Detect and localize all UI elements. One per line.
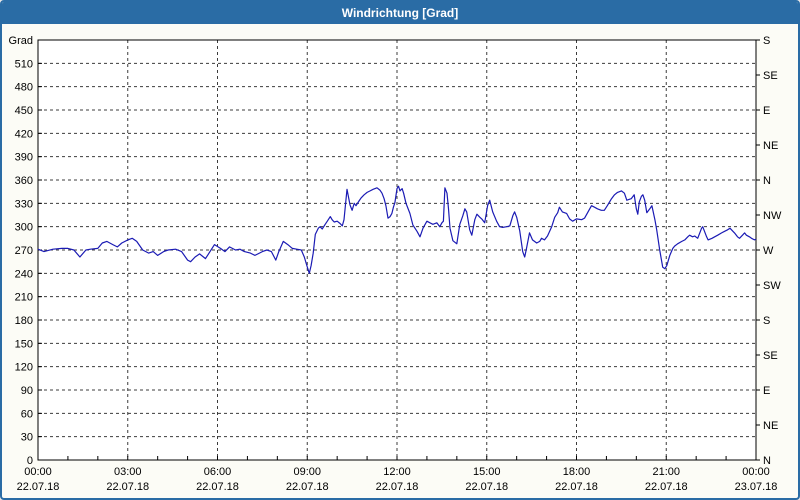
y-axis-right-label: S [763,315,770,327]
x-axis-time-label: 06:00 [204,466,232,478]
y-axis-right-label: NE [763,140,778,152]
y-axis-left-label: 150 [15,338,33,350]
app-window: Windrichtung [Grad] 0 30 60 90 120 150 180 210 2… [0,0,800,500]
y-axis-right-label: S [763,35,770,47]
x-axis-time-label: 00:00 [24,466,52,478]
x-axis-date-label: 22.07.18 [17,481,60,493]
y-axis-left-label: 450 [15,105,33,117]
window-title: Windrichtung [Grad] [341,6,459,20]
y-axis-left-label: 360 [15,175,33,187]
y-axis-left-label: 120 [15,362,33,374]
x-axis-time-label: 21:00 [652,466,680,478]
x-axis-date-label: 22.07.18 [286,481,329,493]
window-titlebar: Windrichtung [Grad] [2,2,798,24]
y-axis-right-label: SE [763,70,778,82]
x-axis-date-label: 22.07.18 [106,481,149,493]
y-axis-right-label: SW [763,280,781,292]
y-axis-right-label: E [763,385,770,397]
x-axis-time-label: 18:00 [563,466,591,478]
y-axis-left-label: 510 [15,58,33,70]
chart-area: 0 30 60 90 120 150 180 210 240 270 300 330 360 390 420… [2,2,798,498]
x-axis-time-label: 12:00 [383,466,411,478]
y-axis-left-label: 210 [15,292,33,304]
y-axis-right-label: NW [763,210,782,222]
y-axis-right-label: NE [763,420,778,432]
y-axis-left-label: 180 [15,315,33,327]
x-axis-time-label: 09:00 [293,466,321,478]
y-axis-right-label: W [763,245,774,257]
x-axis-date-label: 22.07.18 [196,481,239,493]
x-axis-date-label: 23.07.18 [735,481,778,493]
x-axis-date-label: 22.07.18 [465,481,508,493]
y-axis-left-label: 420 [15,128,33,140]
y-axis-left-label: 300 [15,222,33,234]
x-axis-date-label: 22.07.18 [555,481,598,493]
y-axis-left-label: 30 [21,432,33,444]
y-axis-left-label: 330 [15,198,33,210]
y-axis-left-label: 60 [21,408,33,420]
y-axis-left-label: 390 [15,152,33,164]
y-axis-right-label: N [763,175,771,187]
y-axis-left-label: 480 [15,82,33,94]
x-axis-time-label: 15:00 [473,466,501,478]
y-axis-left-label: 270 [15,245,33,257]
x-axis-date-label: 22.07.18 [376,481,419,493]
y-axis-right-label: SE [763,350,778,362]
y-axis-left-label: 240 [15,268,33,280]
y-axis-right-label: E [763,105,770,117]
y-axis-title: Grad [9,35,33,47]
wind-direction-chart: 0306090120150180210240270300330360390420… [9,35,782,493]
x-axis-date-label: 22.07.18 [645,481,688,493]
x-axis-time-label: 00:00 [742,466,770,478]
y-axis-left-label: 90 [21,385,33,397]
x-axis-time-label: 03:00 [114,466,142,478]
